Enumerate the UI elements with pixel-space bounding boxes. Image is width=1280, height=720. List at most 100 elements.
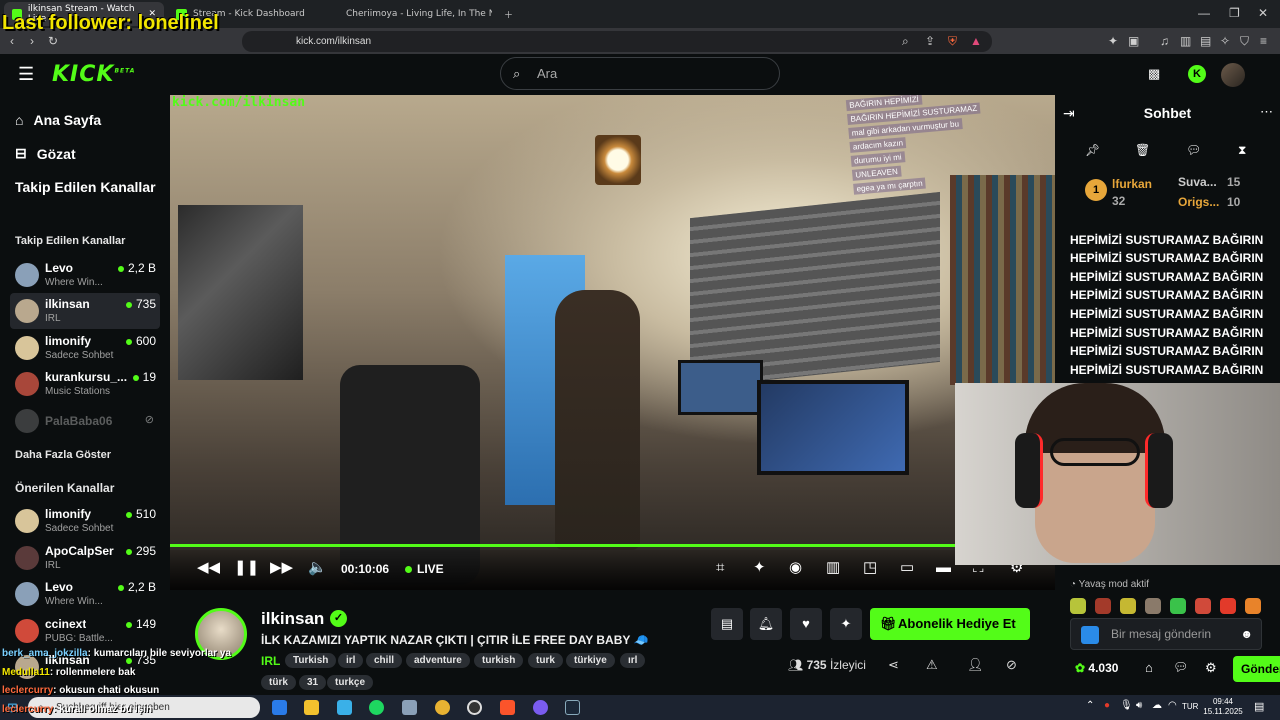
emote[interactable] <box>1070 598 1086 614</box>
sidebar-channel-limonify[interactable]: limonify Sadece Sohbet 600 <box>10 330 160 366</box>
streamer-mode-icon[interactable]: ▩ <box>1148 66 1160 82</box>
clip-button[interactable]: ▤ <box>711 608 743 640</box>
clock[interactable]: 09:44 15.11.2025 <box>1200 697 1246 717</box>
reload-icon[interactable]: ↻ <box>48 34 58 48</box>
media-icon[interactable]: ♫ <box>1160 34 1169 48</box>
chat-settings-gear-icon[interactable]: ⚙ <box>1205 660 1217 676</box>
menu-icon[interactable]: ≡ <box>1260 34 1267 48</box>
nav-following[interactable]: Takip Edilen Kanallar <box>15 179 156 195</box>
share-icon[interactable]: ⇪ <box>925 34 935 48</box>
brave-icon[interactable] <box>500 700 515 715</box>
live-indicator[interactable]: LIVE <box>405 562 444 576</box>
clip-icon[interactable]: ⌗ <box>716 558 724 578</box>
show-more-link[interactable]: Daha Fazla Göster <box>15 449 111 461</box>
hamburger-menu-icon[interactable]: ☰ <box>18 64 34 85</box>
sidebar-channel-palababa06[interactable]: PalaBaba06 ⊘ <box>10 403 160 439</box>
spotify-icon[interactable] <box>369 700 384 715</box>
tab-youtube[interactable]: Cheriimoya - Living Life, In The Night <box>332 2 492 26</box>
pip-icon[interactable]: ◳ <box>863 558 877 578</box>
pause-icon[interactable]: ❚❚ <box>234 558 259 578</box>
tag[interactable]: chill <box>366 653 403 668</box>
sparkle-button[interactable]: ✦ <box>830 608 862 640</box>
steam-icon[interactable] <box>565 700 580 715</box>
tag[interactable]: 31 <box>299 675 327 690</box>
leaderboard-name[interactable]: Suva... <box>1178 175 1217 189</box>
brave-rewards-icon[interactable]: ▲ <box>970 34 982 48</box>
leo-ai-icon[interactable]: ✧ <box>1220 34 1230 48</box>
rewind-icon[interactable]: ◀◀ <box>197 558 220 578</box>
sparkle-icon[interactable]: ✦ <box>753 558 766 578</box>
trash-icon[interactable]: 🗑︎ <box>1135 143 1150 157</box>
notification-bell-icon[interactable]: 🔔︎ <box>750 608 782 640</box>
minimize-icon[interactable]: — <box>1198 6 1210 20</box>
share-icon[interactable]: ⋖ <box>888 657 899 673</box>
playback-icon[interactable]: ◉ <box>789 558 802 578</box>
zoom-icon[interactable]: ⌕ <box>902 34 909 48</box>
store-icon[interactable]: ⌂ <box>1145 660 1153 675</box>
file-explorer-icon[interactable] <box>304 700 319 715</box>
chat-more-icon[interactable]: ⋯ <box>1260 104 1273 120</box>
emote[interactable] <box>1245 598 1261 614</box>
pin-icon[interactable]: 📌︎ <box>1085 143 1100 157</box>
nav-home[interactable]: ⌂ Ana Sayfa <box>15 112 101 128</box>
calculator-icon[interactable] <box>402 700 417 715</box>
tag[interactable]: irl <box>338 653 364 668</box>
avatar[interactable] <box>1221 63 1245 87</box>
channel-points[interactable]: ✿ 4.030 <box>1075 661 1118 675</box>
tag[interactable]: Turkish <box>285 653 337 668</box>
sidebar-rec-apocalpser[interactable]: ApoCalpSer IRL 295 <box>10 540 160 576</box>
video-progress-bar[interactable] <box>170 544 1055 547</box>
tag[interactable]: adventure <box>406 653 470 668</box>
gift-subscription-button[interactable]: 🎁︎ Abonelik Hediye Et <box>870 608 1030 640</box>
obs-icon[interactable] <box>467 700 482 715</box>
add-user-icon[interactable]: 👤︎ <box>967 657 984 673</box>
wifi-icon[interactable]: ◠ <box>1168 700 1177 711</box>
tag[interactable]: türkiye <box>566 653 615 668</box>
cast-icon[interactable]: ▭ <box>900 558 914 578</box>
stats-icon[interactable]: ▥ <box>826 558 840 578</box>
screenshot-icon[interactable]: ▣ <box>1128 34 1139 48</box>
leaderboard-name[interactable]: Origs... <box>1178 195 1219 209</box>
emote[interactable] <box>1170 598 1186 614</box>
back-icon[interactable]: ‹ <box>10 34 14 48</box>
leaderboard-name[interactable]: lfurkan <box>1112 177 1152 191</box>
url-field[interactable]: kick.com/ilkinsan <box>242 31 992 52</box>
emote[interactable] <box>1120 598 1136 614</box>
network-icon[interactable]: ☁ <box>1152 700 1162 711</box>
sidebar-rec-levo[interactable]: Levo Where Win... 2,2 B <box>10 576 160 612</box>
wallet-icon[interactable]: ▤ <box>1200 34 1211 48</box>
chat-bubble-icon[interactable]: 💬︎ <box>1186 143 1201 157</box>
tag[interactable]: turkish <box>474 653 524 668</box>
notifications-icon[interactable]: ▤ <box>1254 700 1264 713</box>
chrome-icon[interactable] <box>435 700 450 715</box>
discord-icon[interactable] <box>533 700 548 715</box>
emote[interactable] <box>1145 598 1161 614</box>
report-warning-icon[interactable]: ⚠ <box>926 657 938 673</box>
extensions-icon[interactable]: ✦ <box>1108 34 1118 48</box>
search-input[interactable]: ⌕ Ara <box>500 57 780 90</box>
follow-heart-icon[interactable]: ♥ <box>790 608 822 640</box>
language-indicator[interactable]: TUR <box>1182 702 1198 711</box>
send-button[interactable]: Gönder <box>1233 656 1280 682</box>
vpn-icon[interactable]: ⛉ <box>1240 34 1249 48</box>
emote[interactable] <box>1095 598 1111 614</box>
forward-icon[interactable]: ▶▶ <box>270 558 293 578</box>
volume-icon[interactable]: 🔈 <box>308 558 327 578</box>
sidebar-channel-levo[interactable]: Levo Where Win... 2,2 B <box>10 257 160 293</box>
tray-app-icon[interactable]: ● <box>1104 700 1110 711</box>
microphone-icon[interactable]: 🎙︎ <box>1120 700 1133 711</box>
close-window-icon[interactable]: ✕ <box>1258 6 1268 20</box>
sidebar-channel-kurankursu[interactable]: kurankursu_... Music Stations 19 <box>10 366 160 402</box>
kick-logo[interactable]: KICKBETA <box>52 62 135 87</box>
sidebar-toggle-icon[interactable]: ▥ <box>1180 34 1191 48</box>
video-player[interactable]: kick.com/ilkinsan BAĞIRIN HEPİMİZİ BAĞIR… <box>170 95 1055 590</box>
sidebar-channel-ilkinsan[interactable]: ilkinsan IRL 735 <box>10 293 160 329</box>
tag[interactable]: türk <box>261 675 296 690</box>
tag[interactable]: ırl <box>620 653 646 668</box>
emoji-icon[interactable]: ☻ <box>1240 619 1253 649</box>
nav-browse[interactable]: ⊟ Gözat <box>15 145 76 162</box>
mute-chat-icon[interactable]: ⊘ <box>1006 657 1017 673</box>
tag[interactable]: turk <box>528 653 563 668</box>
emote[interactable] <box>1195 598 1211 614</box>
store-app-icon[interactable] <box>337 700 352 715</box>
